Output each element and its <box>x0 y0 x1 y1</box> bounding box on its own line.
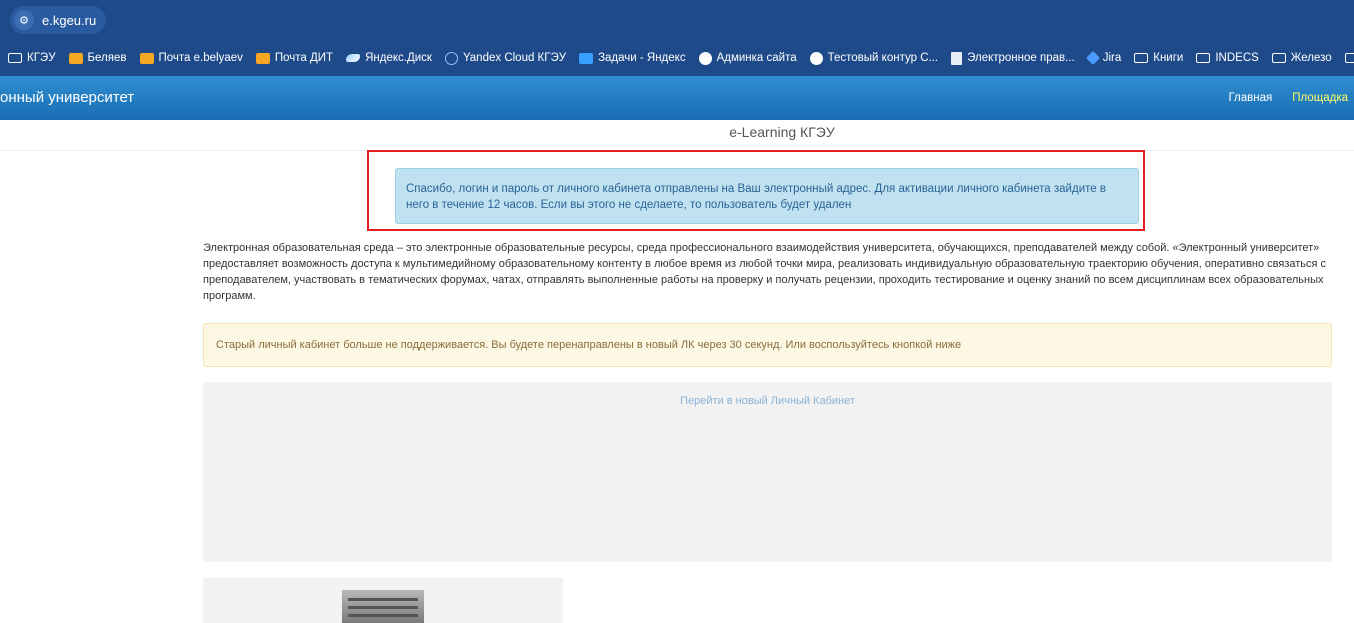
bookmark-test-contour[interactable]: Тестовый контур С... <box>809 51 938 65</box>
site-settings-icon[interactable]: ⚙ <box>14 10 34 30</box>
bookmark-kgeu[interactable]: КГЭУ <box>8 52 56 64</box>
folder-icon <box>1344 53 1354 63</box>
success-alert-line-2: него в течение 12 часов. Если вы этого н… <box>406 199 852 211</box>
bookmark-books[interactable]: Книги <box>1134 52 1183 64</box>
image-detail <box>348 606 418 609</box>
nav-links: Главная Площадка <box>1228 76 1354 120</box>
folder-icon <box>1134 53 1149 63</box>
browser-address-bar: ⚙ e.kgeu.ru <box>0 0 1354 40</box>
image-detail <box>348 614 418 617</box>
bookmarks-bar: КГЭУ Беляев Почта e.belyaev Почта ДИТ Ян… <box>0 40 1354 76</box>
warning-alert: Старый личный кабинет больше не поддержи… <box>203 323 1332 367</box>
bookmark-hardware[interactable]: Железо <box>1271 52 1332 64</box>
url-text: e.kgeu.ru <box>42 12 97 28</box>
nav-home-link[interactable]: Главная <box>1228 92 1272 104</box>
globe-icon <box>809 51 823 65</box>
mail-icon <box>255 52 270 64</box>
bookmark-yandex-cloud[interactable]: Yandex Cloud КГЭУ <box>444 51 566 65</box>
bookmark-yandex-disk[interactable]: Яндекс.Диск <box>346 52 432 64</box>
success-alert: Спасибо, логин и пароль от личного кабин… <box>395 168 1139 224</box>
bookmark-belyaev[interactable]: Беляев <box>68 52 127 64</box>
description-paragraph: Электронная образовательная среда – это … <box>203 242 1327 302</box>
tasks-icon <box>579 52 594 64</box>
bookmark-electronic-law[interactable]: Электронное прав... <box>951 51 1075 65</box>
new-cabinet-link[interactable]: Перейти в новый Личный Кабинет <box>680 395 855 407</box>
success-alert-line-1: Спасибо, логин и пароль от личного кабин… <box>406 183 1106 195</box>
site-brand[interactable]: онный университет <box>0 76 134 120</box>
folder-icon <box>1271 53 1286 63</box>
mail-icon <box>68 52 83 64</box>
nav-playground-link[interactable]: Площадка <box>1292 92 1348 104</box>
site-navbar: онный университет Главная Площадка <box>0 76 1354 120</box>
bookmark-mail-dit[interactable]: Почта ДИТ <box>255 52 333 64</box>
document-icon <box>951 51 963 65</box>
bookmark-overflow[interactable] <box>1344 53 1354 63</box>
globe-icon <box>698 51 712 65</box>
image-detail <box>348 598 418 601</box>
course-card[interactable] <box>203 578 563 623</box>
page-title: e-Learning КГЭУ <box>0 120 1354 151</box>
classroom-image <box>342 590 424 623</box>
disk-icon <box>346 54 361 62</box>
redirect-panel: Перейти в новый Личный Кабинет <box>203 382 1332 562</box>
folder-icon <box>8 53 22 63</box>
bookmark-jira[interactable]: Jira <box>1085 50 1121 66</box>
jira-icon <box>1085 50 1100 66</box>
folder-icon <box>1196 53 1211 63</box>
address-field[interactable]: ⚙ e.kgeu.ru <box>10 6 107 34</box>
bookmark-indecs[interactable]: INDECS <box>1196 52 1259 64</box>
bookmark-yandex-tasks[interactable]: Задачи - Яндекс <box>579 52 686 64</box>
mail-icon <box>139 52 154 64</box>
bookmark-mail-ebelyaev[interactable]: Почта e.belyaev <box>139 52 243 64</box>
cloud-icon <box>444 51 458 65</box>
bookmark-site-admin[interactable]: Админка сайта <box>698 51 797 65</box>
